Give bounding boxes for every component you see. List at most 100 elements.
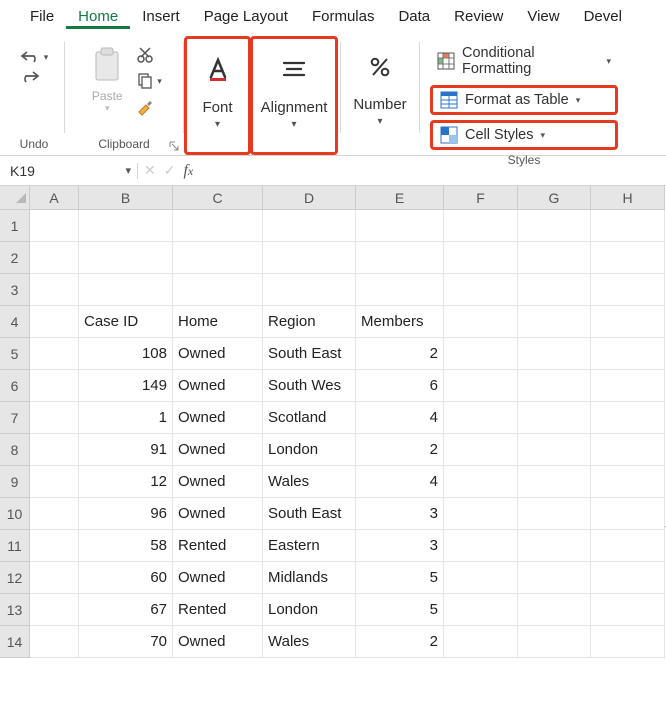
row-header[interactable]: 9: [0, 466, 30, 498]
cell[interactable]: Wales: [263, 626, 356, 658]
tab-page-layout[interactable]: Page Layout: [192, 3, 300, 29]
cell[interactable]: [591, 562, 665, 594]
cell[interactable]: 12: [79, 466, 173, 498]
cell[interactable]: [444, 562, 518, 594]
cell[interactable]: Owned: [173, 338, 263, 370]
column-header[interactable]: C: [173, 186, 263, 210]
row-header[interactable]: 2: [0, 242, 30, 274]
cell[interactable]: [591, 242, 665, 274]
cell[interactable]: [30, 530, 79, 562]
cell[interactable]: [444, 466, 518, 498]
cell[interactable]: [30, 274, 79, 306]
cell[interactable]: [444, 498, 518, 530]
cell[interactable]: [30, 434, 79, 466]
cell[interactable]: South East: [263, 498, 356, 530]
cell[interactable]: [518, 210, 591, 242]
row-header[interactable]: 13: [0, 594, 30, 626]
cell[interactable]: [518, 274, 591, 306]
alignment-dropdown[interactable]: Alignment ▾: [249, 45, 340, 130]
cell[interactable]: [518, 242, 591, 274]
cell[interactable]: South Wes: [263, 370, 356, 402]
cell[interactable]: [518, 338, 591, 370]
cell[interactable]: [30, 210, 79, 242]
tab-devel[interactable]: Devel: [572, 3, 634, 29]
cell[interactable]: [30, 242, 79, 274]
cell[interactable]: [518, 562, 591, 594]
row-header[interactable]: 12: [0, 562, 30, 594]
cell[interactable]: 91: [79, 434, 173, 466]
cell[interactable]: [518, 530, 591, 562]
cell[interactable]: [591, 594, 665, 626]
cell[interactable]: [444, 370, 518, 402]
tab-file[interactable]: File: [18, 3, 66, 29]
cell[interactable]: [591, 210, 665, 242]
cell[interactable]: 96: [79, 498, 173, 530]
paste-button[interactable]: Paste ▾: [84, 42, 130, 114]
redo-button[interactable]: [20, 70, 49, 84]
row-header[interactable]: 6: [0, 370, 30, 402]
column-header[interactable]: D: [263, 186, 356, 210]
cell[interactable]: 4: [356, 466, 444, 498]
cell[interactable]: 70: [79, 626, 173, 658]
tab-view[interactable]: View: [515, 3, 571, 29]
cell[interactable]: [518, 498, 591, 530]
cell[interactable]: [30, 306, 79, 338]
cell[interactable]: [173, 242, 263, 274]
column-header[interactable]: B: [79, 186, 173, 210]
cell[interactable]: [591, 466, 665, 498]
cell[interactable]: [518, 370, 591, 402]
cell[interactable]: 6: [356, 370, 444, 402]
cut-button[interactable]: [134, 44, 164, 66]
cell[interactable]: [173, 274, 263, 306]
cell[interactable]: [591, 530, 665, 562]
cell[interactable]: [518, 626, 591, 658]
clipboard-dialog-launcher[interactable]: [167, 139, 181, 153]
column-header[interactable]: F: [444, 186, 518, 210]
cell[interactable]: Home: [173, 306, 263, 338]
cell[interactable]: Owned: [173, 498, 263, 530]
cell[interactable]: [591, 306, 665, 338]
cell[interactable]: [518, 402, 591, 434]
cell[interactable]: [591, 498, 665, 530]
cell[interactable]: Owned: [173, 626, 263, 658]
cell[interactable]: [444, 434, 518, 466]
tab-review[interactable]: Review: [442, 3, 515, 29]
tab-home[interactable]: Home: [66, 3, 130, 29]
cell[interactable]: Wales: [263, 466, 356, 498]
cell[interactable]: [79, 274, 173, 306]
cell[interactable]: [444, 242, 518, 274]
cell[interactable]: [591, 402, 665, 434]
cell[interactable]: Region: [263, 306, 356, 338]
cell[interactable]: [356, 242, 444, 274]
conditional-formatting-button[interactable]: Conditional Formatting ▾: [430, 42, 618, 80]
cell[interactable]: [444, 594, 518, 626]
row-header[interactable]: 8: [0, 434, 30, 466]
cell[interactable]: London: [263, 434, 356, 466]
cell[interactable]: South East: [263, 338, 356, 370]
row-header[interactable]: 5: [0, 338, 30, 370]
cell[interactable]: Members: [356, 306, 444, 338]
tab-formulas[interactable]: Formulas: [300, 3, 387, 29]
cell-styles-button[interactable]: Cell Styles ▾: [430, 120, 618, 150]
cell[interactable]: [30, 594, 79, 626]
cell[interactable]: London: [263, 594, 356, 626]
cell[interactable]: [591, 274, 665, 306]
cell[interactable]: [263, 210, 356, 242]
cell[interactable]: [518, 434, 591, 466]
cancel-formula-icon[interactable]: ✕: [144, 162, 156, 179]
cell[interactable]: 3: [356, 498, 444, 530]
cell[interactable]: 2: [356, 626, 444, 658]
cell[interactable]: [30, 402, 79, 434]
cell[interactable]: [444, 210, 518, 242]
cell[interactable]: 67: [79, 594, 173, 626]
cell[interactable]: Owned: [173, 434, 263, 466]
cell[interactable]: 4: [356, 402, 444, 434]
cell[interactable]: [30, 562, 79, 594]
cell[interactable]: [263, 242, 356, 274]
cell[interactable]: Midlands: [263, 562, 356, 594]
cell[interactable]: [444, 402, 518, 434]
cell[interactable]: [518, 594, 591, 626]
cell[interactable]: 108: [79, 338, 173, 370]
cell[interactable]: [30, 370, 79, 402]
cell[interactable]: Owned: [173, 562, 263, 594]
